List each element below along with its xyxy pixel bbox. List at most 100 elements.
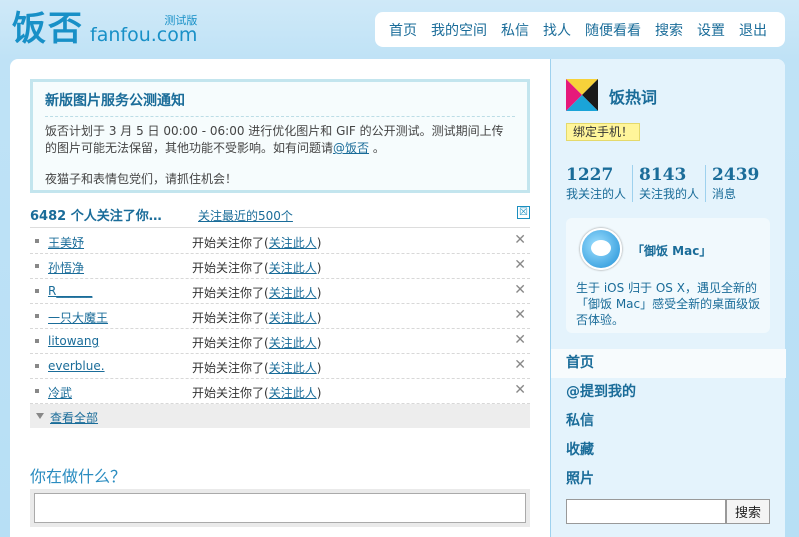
follower-name[interactable]: 孙悟净: [48, 259, 84, 276]
bullet-icon: [35, 364, 39, 368]
view-all-link[interactable]: 查看全部: [50, 409, 98, 426]
follow-message-text: 开始关注你了(: [192, 386, 269, 400]
close-icon[interactable]: ☒: [517, 206, 530, 219]
follow-message-end: ): [316, 311, 322, 325]
side-menu: 首页 @提到我的 私信 收藏 照片: [551, 349, 786, 494]
notice-text-end: 。: [369, 141, 385, 155]
promo-title[interactable]: 「御饭 Mac」: [632, 242, 711, 259]
follower-row: 一只大魔王 开始关注你了(关注此人) ✕: [30, 304, 530, 329]
delete-icon[interactable]: ✕: [514, 307, 526, 323]
follower-list: 王美妤 开始关注你了(关注此人) ✕ 孙悟净 开始关注你了(关注此人) ✕ R______ 开…: [30, 229, 530, 428]
stat-following[interactable]: 1227 我关注的人: [566, 165, 634, 202]
follower-message: 开始关注你了(关注此人): [192, 359, 321, 376]
nav-my-space[interactable]: 我的空间: [431, 20, 487, 40]
side-menu-mentions[interactable]: @提到我的: [551, 378, 786, 407]
main-container: 新版图片服务公测通知 饭否计划于 3 月 5 日 00:00 - 06:00 进…: [10, 59, 786, 537]
follower-name[interactable]: 一只大魔王: [48, 309, 108, 326]
nav-messages[interactable]: 私信: [501, 20, 529, 40]
bullet-icon: [35, 339, 39, 343]
delete-icon[interactable]: ✕: [514, 257, 526, 273]
site-logo[interactable]: 饭否 fanfou.com 测试版: [12, 8, 197, 48]
avatar-image: [566, 79, 598, 111]
notice-mention-link[interactable]: @饭否: [333, 141, 369, 155]
follow-back-link[interactable]: 关注此人: [269, 286, 317, 300]
hot-words-title[interactable]: 饭热词: [609, 84, 657, 108]
notice-text: 饭否计划于 3 月 5 日 00:00 - 06:00 进行优化图片和 GIF …: [45, 124, 504, 155]
side-menu-messages[interactable]: 私信: [551, 407, 786, 436]
nav-search[interactable]: 搜索: [655, 20, 683, 40]
stat-messages-label: 消息: [712, 187, 737, 201]
follower-row: litowang 开始关注你了(关注此人) ✕: [30, 329, 530, 354]
follow-message-text: 开始关注你了(: [192, 361, 269, 375]
follow-back-link[interactable]: 关注此人: [269, 386, 317, 400]
follower-message: 开始关注你了(关注此人): [192, 334, 321, 351]
side-menu-photos[interactable]: 照片: [551, 465, 786, 494]
follower-name[interactable]: litowang: [48, 334, 99, 348]
follow-back-link[interactable]: 关注此人: [269, 311, 317, 325]
stat-followers[interactable]: 8143 关注我的人: [639, 165, 707, 202]
delete-icon[interactable]: ✕: [514, 282, 526, 298]
bullet-icon: [35, 314, 39, 318]
delete-icon[interactable]: ✕: [514, 332, 526, 348]
nav-logout[interactable]: 退出: [739, 20, 767, 40]
sidebar: 饭热词 绑定手机！ 1227 我关注的人 8143 关注我的人 2439 消息 …: [550, 59, 786, 537]
stat-followers-label: 关注我的人: [639, 187, 700, 201]
logo-chinese: 饭否: [12, 9, 84, 49]
follow-recent-link[interactable]: 关注最近的500个: [198, 207, 293, 224]
follow-back-link[interactable]: 关注此人: [269, 236, 317, 250]
followers-count[interactable]: 6482 个人关注了你…: [30, 205, 162, 224]
follow-back-link[interactable]: 关注此人: [269, 261, 317, 275]
side-menu-home[interactable]: 首页: [551, 349, 786, 378]
follower-message: 开始关注你了(关注此人): [192, 384, 321, 401]
follower-message: 开始关注你了(关注此人): [192, 284, 321, 301]
status-input[interactable]: [34, 493, 526, 523]
follow-message-end: ): [316, 286, 322, 300]
follow-message-end: ): [316, 236, 322, 250]
stat-messages-num: 2439: [712, 165, 760, 185]
bullet-icon: [35, 289, 39, 293]
follower-message: 开始关注你了(关注此人): [192, 234, 321, 251]
side-search: 搜索: [566, 499, 770, 524]
nav-browse[interactable]: 随便看看: [585, 20, 641, 40]
follow-message-end: ): [316, 361, 322, 375]
bullet-icon: [35, 264, 39, 268]
follower-message: 开始关注你了(关注此人): [192, 259, 321, 276]
follower-message: 开始关注你了(关注此人): [192, 309, 321, 326]
follow-message-text: 开始关注你了(: [192, 286, 269, 300]
follower-row: 王美妤 开始关注你了(关注此人) ✕: [30, 229, 530, 254]
followers-header: 6482 个人关注了你… 关注最近的500个 ☒: [30, 203, 530, 228]
follower-row: R______ 开始关注你了(关注此人) ✕: [30, 279, 530, 304]
mac-app-promo[interactable]: 「御饭 Mac」 生于 iOS 归于 OS X，遇见全新的「御饭 Mac」感受全…: [566, 218, 770, 333]
avatar[interactable]: [566, 79, 598, 111]
beta-badge: 测试版: [164, 14, 198, 27]
notice-box: 新版图片服务公测通知 饭否计划于 3 月 5 日 00:00 - 06:00 进…: [30, 79, 530, 193]
stats: 1227 我关注的人 8143 关注我的人 2439 消息: [566, 165, 771, 202]
follow-message-end: ): [316, 336, 322, 350]
follow-message-text: 开始关注你了(: [192, 336, 269, 350]
view-all-row[interactable]: 查看全部: [30, 404, 530, 428]
nav-settings[interactable]: 设置: [697, 20, 725, 40]
search-button[interactable]: 搜索: [726, 499, 770, 524]
follow-back-link[interactable]: 关注此人: [269, 336, 317, 350]
side-menu-favorites[interactable]: 收藏: [551, 436, 786, 465]
delete-icon[interactable]: ✕: [514, 357, 526, 373]
stat-following-label: 我关注的人: [566, 187, 627, 201]
promo-text: 生于 iOS 归于 OS X，遇见全新的「御饭 Mac」感受全新的桌面级饭否体验…: [576, 281, 761, 327]
follow-message-text: 开始关注你了(: [192, 236, 269, 250]
follow-back-link[interactable]: 关注此人: [269, 361, 317, 375]
delete-icon[interactable]: ✕: [514, 382, 526, 398]
search-input[interactable]: [566, 499, 726, 524]
notice-body: 饭否计划于 3 月 5 日 00:00 - 06:00 进行优化图片和 GIF …: [45, 123, 515, 157]
bind-phone-badge[interactable]: 绑定手机！: [566, 123, 641, 141]
follower-name[interactable]: everblue.: [48, 359, 105, 373]
follower-name[interactable]: R______: [48, 284, 92, 298]
follow-message-text: 开始关注你了(: [192, 311, 269, 325]
follower-name[interactable]: 王美妤: [48, 234, 84, 251]
bullet-icon: [35, 389, 39, 393]
delete-icon[interactable]: ✕: [514, 232, 526, 248]
follower-name[interactable]: 冷武: [48, 384, 72, 401]
nav-find-people[interactable]: 找人: [543, 20, 571, 40]
nav-home[interactable]: 首页: [389, 20, 417, 40]
stat-messages[interactable]: 2439 消息: [712, 165, 765, 202]
bullet-icon: [35, 239, 39, 243]
